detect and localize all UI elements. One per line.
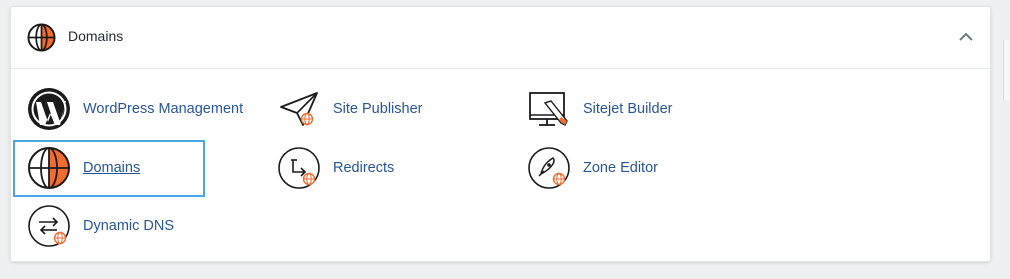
site-publisher-item[interactable]: Site Publisher — [277, 87, 437, 131]
scrollbar-edge — [1003, 40, 1010, 100]
item-label: Sitejet Builder — [583, 101, 673, 117]
panel-title: Domains — [68, 28, 124, 44]
wordpress-management-item[interactable]: WordPress Management — [27, 87, 247, 131]
domains-panel: Domains WordPress Management Site Publis… — [10, 6, 991, 262]
chevron-up-icon[interactable] — [956, 27, 976, 47]
zone-editor-icon — [528, 147, 570, 189]
domains-item[interactable]: Domains — [27, 146, 197, 190]
item-label: Site Publisher — [333, 101, 423, 117]
globe-icon — [27, 23, 56, 52]
item-label: Redirects — [333, 160, 395, 176]
redirects-item[interactable]: Redirects — [277, 146, 417, 190]
dynamic-dns-item[interactable]: Dynamic DNS — [27, 204, 197, 248]
item-label: WordPress Management — [83, 101, 244, 117]
item-label: Dynamic DNS — [83, 218, 175, 234]
monitor-pencil-icon — [529, 92, 568, 126]
paper-plane-icon — [280, 92, 318, 126]
globe-icon — [28, 147, 70, 189]
sitejet-builder-item[interactable]: Sitejet Builder — [527, 87, 687, 131]
exchange-arrows-icon — [28, 205, 70, 247]
item-label: Zone Editor — [583, 160, 658, 176]
panel-header[interactable]: Domains — [11, 7, 990, 69]
zone-editor-item[interactable]: Zone Editor — [527, 146, 677, 190]
wordpress-icon — [28, 88, 70, 130]
redirect-icon — [278, 147, 320, 189]
item-label: Domains — [83, 160, 141, 176]
